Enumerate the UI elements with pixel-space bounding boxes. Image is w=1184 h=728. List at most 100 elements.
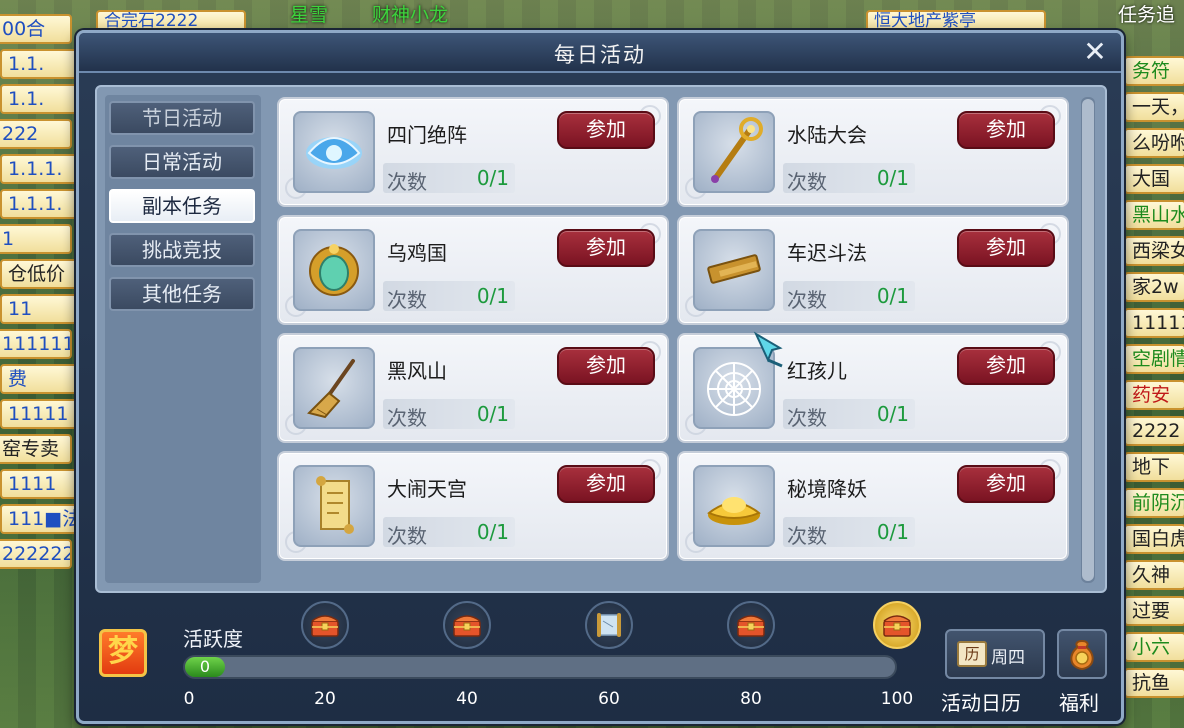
content-panel: 节日活动 日常活动 副本任务 挑战竞技 其他任务 四门绝阵 次数 0/1 参加 水陆大会… [95,85,1107,593]
count-value: 0/1 [876,520,909,544]
pointer-cursor-icon [753,331,783,368]
stall-chip[interactable]: 111111 [0,329,72,359]
activity-points-label: 活跃度 [183,627,243,651]
activity-name: 四门绝阵 [387,123,467,147]
stall-chip[interactable]: 00合 [0,14,72,44]
stall-chip[interactable]: 1.1.1. [0,189,78,219]
reward-chest-40[interactable] [443,601,491,649]
activity-icon-box[interactable] [293,111,375,193]
tick-label: 100 [880,689,914,709]
chat-line[interactable]: 空剧情 [1124,344,1184,374]
chat-line[interactable]: 么吩咐 [1124,128,1184,158]
stall-chip[interactable]: 11111 [0,399,78,429]
activity-calendar-button[interactable]: 历 周四 [945,629,1045,679]
daily-activity-dialog: 每日活动 ✕ 节日活动 日常活动 副本任务 挑战竞技 其他任务 四门绝阵 次数 0/… [76,30,1124,724]
stall-chip[interactable]: 窑专卖 [0,434,72,464]
stall-sign[interactable]: 恒大地产紫亭 [866,10,1046,32]
tab-challenge[interactable]: 挑战竞技 [109,233,255,267]
count-label: 次数 [787,524,827,548]
tab-festival[interactable]: 节日活动 [109,101,255,135]
reward-chest-80[interactable] [727,601,775,649]
chat-line[interactable]: 药安 [1124,380,1184,410]
reward-chest-20[interactable] [301,601,349,649]
chat-line[interactable]: 黑山水 [1124,200,1184,230]
count-label: 次数 [387,406,427,430]
chat-line[interactable]: 前阴沉 [1124,488,1184,518]
chat-line[interactable]: 西梁女 [1124,236,1184,266]
dialog-header: 每日活动 ✕ [79,33,1121,73]
chat-line[interactable]: 11111 [1124,308,1184,338]
chat-line[interactable]: 久神 [1124,560,1184,590]
stall-chip[interactable]: 111■法 [0,504,78,534]
activity-icon-box[interactable] [293,465,375,547]
player-name-label: 财神小龙 [372,4,449,26]
stall-chip[interactable]: 11 [0,294,78,324]
chat-line[interactable]: 务符 [1124,56,1184,86]
chat-line[interactable]: 小六 [1124,632,1184,662]
activity-name: 红孩儿 [787,359,847,383]
calendar-label: 活动日历 [941,691,1021,715]
scrollbar[interactable] [1081,97,1095,583]
stall-chip[interactable]: 1.1.1. [0,154,78,184]
stall-chip[interactable]: 222 [0,119,72,149]
chest-icon [311,615,339,637]
chat-line[interactable]: 国白虎 [1124,524,1184,554]
dream-badge-icon[interactable]: 梦 [99,629,147,677]
count-label: 次数 [787,406,827,430]
chat-line[interactable]: 一天， [1124,92,1184,122]
jade-mirror-icon [309,244,359,296]
activity-grid: 四门绝阵 次数 0/1 参加 水陆大会 次数 0/1 参加 乌鸡国 次数 0/1 参加 车迟斗法 次数 0/… [269,93,1079,587]
calendar-icon: 历 [957,641,987,667]
activity-icon-box[interactable] [693,111,775,193]
join-button[interactable]: 参加 [957,229,1055,267]
activity-card: 红孩儿 次数 0/1 参加 [677,333,1069,443]
tab-daily[interactable]: 日常活动 [109,145,255,179]
activity-icon-box[interactable] [293,229,375,311]
stall-chip[interactable]: 仓低价 [0,259,78,289]
chat-line[interactable]: 2222 [1124,416,1184,446]
activity-icon-box[interactable] [693,465,775,547]
join-button[interactable]: 参加 [557,229,655,267]
tick-label: 40 [456,689,478,709]
join-button[interactable]: 参加 [557,347,655,385]
chat-line[interactable]: 大国 [1124,164,1184,194]
count-bar: 次数 0/1 [383,399,515,430]
chat-line[interactable]: 地下 [1124,452,1184,482]
activity-card: 水陆大会次数 0/1 参加 [677,97,1069,207]
activity-name: 水陆大会 [787,123,867,147]
stall-chip[interactable]: 1 [0,224,72,254]
join-button[interactable]: 参加 [957,111,1055,149]
tab-other[interactable]: 其他任务 [109,277,255,311]
join-button[interactable]: 参加 [957,347,1055,385]
chat-line[interactable]: 家2w [1124,272,1184,302]
stall-chip[interactable]: 1111 [0,469,78,499]
join-button[interactable]: 参加 [557,465,655,503]
activity-card: 四门绝阵 次数 0/1 参加 [277,97,669,207]
welfare-button[interactable] [1057,629,1107,679]
blue-crystal-icon [306,137,362,169]
join-button[interactable]: 参加 [557,111,655,149]
chat-line[interactable]: 抗鱼 [1124,668,1184,698]
count-bar: 次数 0/1 [783,281,915,312]
stall-chip[interactable]: 1.1. [0,84,78,114]
stall-chip[interactable]: 费 [0,364,78,394]
map-scroll-icon [597,613,621,637]
dialog-title: 每日活动 [554,43,646,67]
activity-card: 秘境降妖 次数 0/1 参加 [677,451,1069,561]
chat-line[interactable]: 过要 [1124,596,1184,626]
activity-icon-box[interactable] [693,229,775,311]
stall-sign[interactable]: 合完石2222 [96,10,246,32]
count-label: 次数 [387,524,427,548]
join-button[interactable]: 参加 [957,465,1055,503]
tab-dungeon[interactable]: 副本任务 [109,189,255,223]
close-button[interactable]: ✕ [1079,37,1111,69]
reward-chest-60[interactable] [585,601,633,649]
stall-chip[interactable]: 1.1. [0,49,78,79]
scroll-thumb[interactable] [1082,99,1094,581]
reward-chest-100[interactable] [873,601,921,649]
count-value: 0/1 [476,402,509,426]
stall-chip[interactable]: 2222222 [0,539,72,569]
activity-icon-box[interactable] [293,347,375,429]
tick-label: 0 [183,689,195,709]
count-bar: 次数 0/1 [783,163,915,194]
